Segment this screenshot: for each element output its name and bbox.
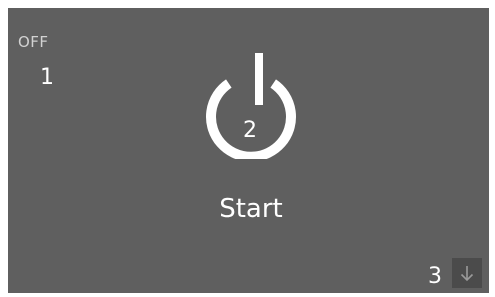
power-state-label: OFF	[18, 33, 49, 51]
start-label[interactable]: Start	[198, 194, 304, 224]
scroll-down-button[interactable]	[452, 258, 482, 288]
callout-marker-2: 2	[243, 118, 257, 143]
callout-marker-3: 3	[428, 264, 442, 289]
arrow-down-icon	[460, 266, 474, 282]
device-screen: OFF 1 2 Start 3	[8, 8, 489, 293]
callout-marker-1: 1	[40, 65, 54, 90]
